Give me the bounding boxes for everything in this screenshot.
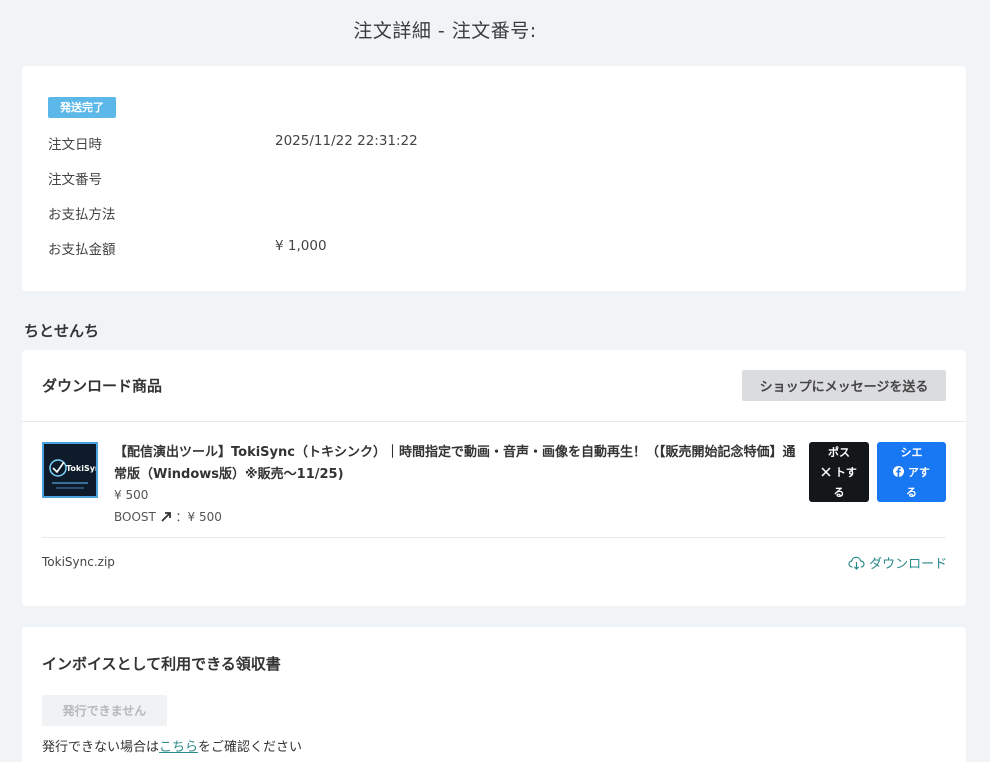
invoice-note: 発行できない場合はこちらをご確認ください [42,736,302,755]
share-x-line2: トす [809,463,869,483]
facebook-icon [893,466,905,477]
product-boost: BOOST ：¥ 500 [114,508,222,525]
invoice-heading: インボイスとして利用できる領収書 [42,655,281,673]
share-fb-line2-text: アす [907,466,930,479]
download-link[interactable]: ダウンロード [848,553,947,572]
tokisync-logo-icon: TokiSync [44,444,106,496]
page-title: 注文詳細 - 注文番号: [353,20,537,42]
share-fb-line3: る [906,486,917,499]
order-date-value: 2025/11/22 22:31:22 [275,133,418,149]
boost-arrow-icon [161,512,171,522]
share-x-line1: ポス [828,446,850,459]
order-date-label: 注文日時 [48,137,102,153]
invoice-help-link[interactable]: こちら [159,740,198,755]
invoice-note-after: をご確認ください [198,740,303,755]
thumbnail-logo-text: TokiSync [66,464,96,473]
product-title[interactable]: 【配信演出ツール】TokiSync（トキシンク）｜時間指定で動画・音声・画像を自… [114,442,798,486]
divider [22,421,966,422]
issue-receipt-button[interactable]: 発行できません [42,695,167,726]
share-facebook-button[interactable]: シエ アす る [877,442,946,502]
send-message-button[interactable]: ショップにメッセージを送る [742,370,946,401]
share-x-line3: る [833,486,845,499]
shop-name[interactable]: ちとせんち [24,320,99,341]
boost-value: ：¥ 500 [175,510,222,524]
invoice-card: インボイスとして利用できる領収書 発行できません 発行できない場合はこちらをご確… [22,627,966,762]
download-section-heading: ダウンロード商品 [42,377,163,395]
payment-amount-value: ¥ 1,000 [275,238,327,254]
download-label: ダウンロード [869,557,948,572]
order-number-label: 注文番号 [48,172,102,188]
payment-amount-label: お支払金額 [48,242,116,258]
file-name: TokiSync.zip [42,555,115,569]
x-logo-icon [821,467,831,477]
payment-method-label: お支払方法 [48,207,116,223]
divider [42,537,946,538]
boost-label: BOOST [114,510,156,524]
share-x-line2-text: トす [834,466,857,479]
invoice-note-before: 発行できない場合は [42,740,160,755]
product-thumbnail[interactable]: TokiSync [42,442,106,498]
share-fb-line2: アす [877,463,946,483]
cloud-download-icon [848,556,865,570]
share-x-button[interactable]: ポス トす る [809,442,869,502]
status-badge: 発送完了 [48,97,116,118]
share-fb-line1: シエ [900,446,923,459]
order-summary-card: 発送完了 注文日時 2025/11/22 22:31:22 注文番号 お支払方法… [22,66,966,291]
product-price: ¥ 500 [114,488,149,502]
download-products-card: ダウンロード商品 ショップにメッセージを送る TokiSync 【配信演出ツール… [22,350,966,606]
